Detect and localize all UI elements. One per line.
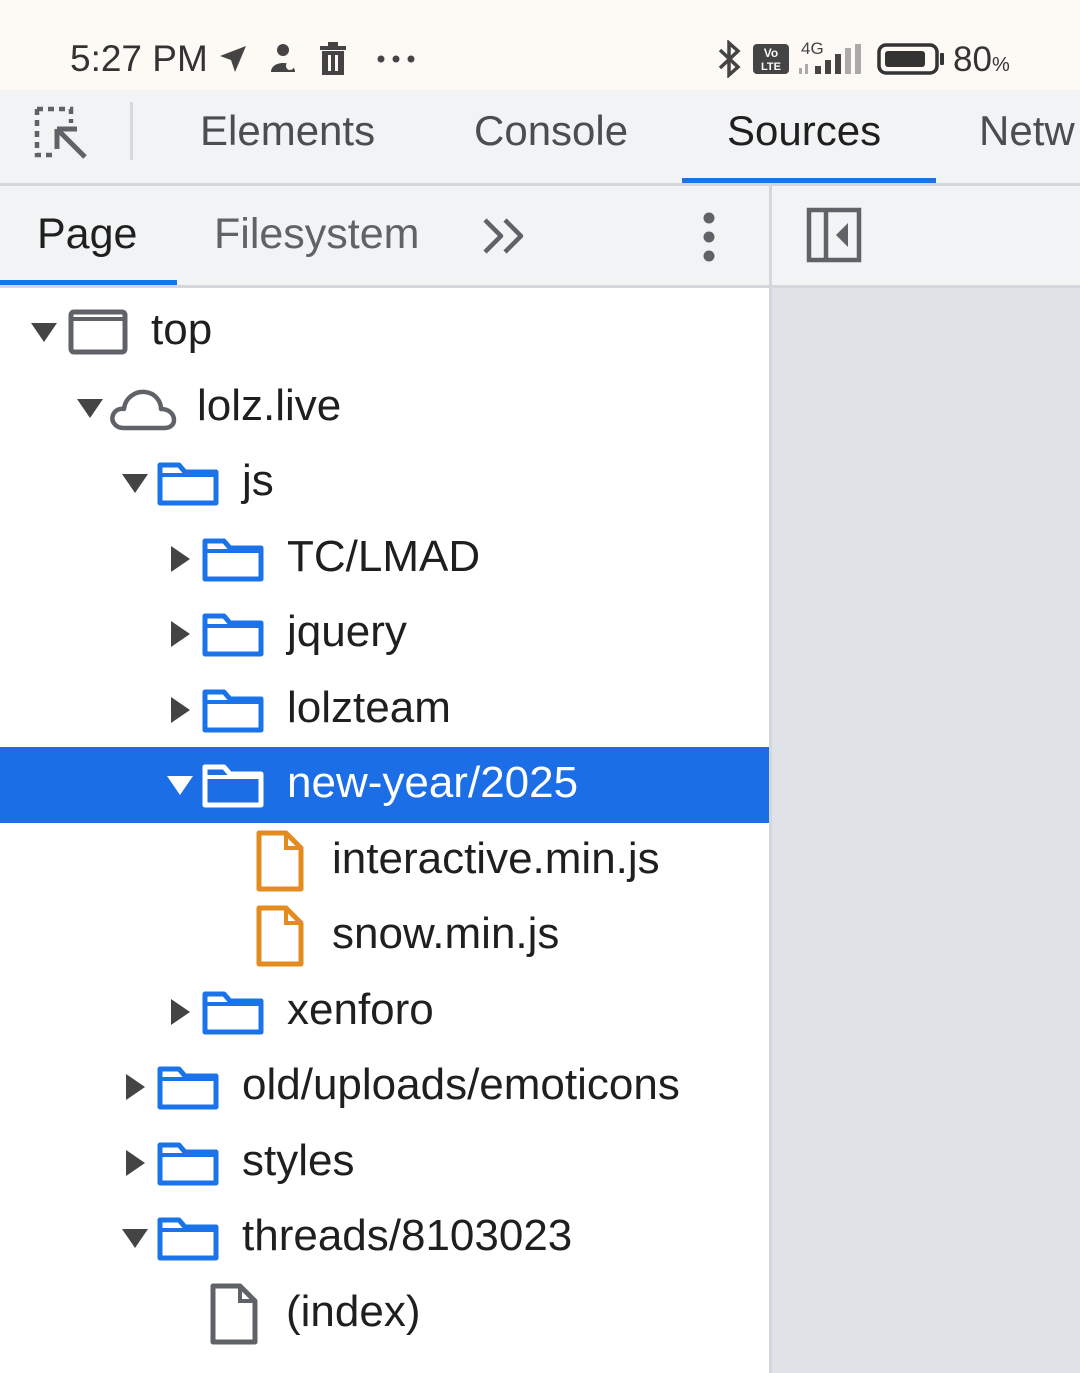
expand-arrow-down-icon[interactable] (166, 771, 194, 799)
tree-file-row[interactable]: snow.min.js (0, 898, 769, 974)
tree-frame-row[interactable]: top (0, 294, 769, 370)
tree-folder-row[interactable]: threads/8103023 (0, 1200, 769, 1276)
expand-arrow-right-icon[interactable] (121, 1073, 149, 1101)
folder-icon (202, 991, 264, 1034)
expand-arrow-right-icon[interactable] (166, 998, 194, 1026)
script-file-icon (256, 905, 304, 967)
inspect-element-icon[interactable] (33, 105, 89, 161)
document-file-icon (210, 1283, 258, 1344)
svg-text:LTE: LTE (761, 61, 781, 73)
toggle-navigator-icon[interactable] (806, 207, 862, 263)
tree-item-label: old/uploads/emoticons (242, 1060, 680, 1109)
expand-arrow-right-icon[interactable] (166, 696, 194, 724)
more-tabs-icon[interactable] (481, 214, 529, 258)
assistant-icon (271, 44, 295, 72)
navigator-toolbar: Page Filesystem (0, 186, 770, 288)
tree-item-label: (index) (286, 1286, 421, 1336)
folder-icon (202, 764, 264, 808)
expand-arrow-down-icon[interactable] (30, 318, 58, 346)
more-icon (377, 55, 415, 63)
editor-pane (772, 288, 1080, 1373)
bluetooth-icon (718, 40, 741, 78)
tab-console[interactable]: Console (474, 107, 628, 155)
tree-folder-row[interactable]: xenforo (0, 974, 769, 1050)
tree-folder-row[interactable]: new-year/2025 (0, 747, 769, 823)
devtools-tab-bar: Elements Console Sources Netw (0, 90, 1080, 186)
tree-item-label: top (151, 305, 213, 354)
folder-icon (157, 1142, 219, 1185)
battery-percent: 80% (953, 40, 1010, 79)
expand-arrow-right-icon[interactable] (166, 545, 194, 573)
battery-icon (877, 43, 944, 75)
expand-arrow-right-icon[interactable] (121, 1149, 149, 1177)
volte-icon: Vo LTE (753, 44, 789, 74)
tree-item-label: TC/LMAD (287, 531, 481, 581)
toolbar-divider (130, 102, 133, 160)
tree-folder-row[interactable]: jquery (0, 596, 769, 672)
tab-page[interactable]: Page (37, 210, 137, 259)
active-subtab-indicator (0, 280, 177, 285)
status-time: 5:27 PM (70, 38, 208, 79)
tree-item-label: interactive.min.js (332, 833, 660, 883)
tab-elements[interactable]: Elements (200, 107, 375, 155)
folder-icon (157, 462, 219, 506)
trash-icon (320, 42, 346, 75)
tree-item-label: js (242, 456, 274, 505)
tree-folder-row[interactable]: js (0, 445, 769, 521)
tree-item-label: threads/8103023 (242, 1211, 573, 1260)
tree-item-label: xenforo (287, 984, 434, 1034)
folder-icon (157, 1066, 219, 1110)
tree-file-row[interactable]: (index) (0, 1276, 769, 1352)
tree-item-label: new-year/2025 (287, 758, 579, 807)
active-tab-indicator (682, 178, 936, 183)
script-file-icon (256, 830, 304, 891)
tab-filesystem[interactable]: Filesystem (214, 210, 419, 259)
tree-item-label: jquery (287, 607, 407, 656)
tree-domain-row[interactable]: lolz.live (0, 370, 769, 446)
file-tree: top lolz.live js TC/LMAD jquery lolzteam new-y… (0, 288, 769, 1373)
cloud-icon (110, 389, 177, 430)
tree-folder-row[interactable]: old/uploads/emoticons (0, 1049, 769, 1125)
tree-item-label: lolz.live (197, 380, 342, 430)
editor-toolbar (772, 186, 1080, 288)
expand-arrow-down-icon[interactable] (121, 1224, 149, 1252)
frame-icon (68, 309, 128, 355)
expand-arrow-down-icon[interactable] (121, 469, 149, 497)
tab-network[interactable]: Netw (979, 107, 1075, 155)
tree-file-row[interactable]: interactive.min.js (0, 823, 769, 899)
expand-arrow-right-icon[interactable] (166, 620, 194, 648)
folder-icon (202, 689, 264, 732)
navigation-icon (220, 46, 246, 72)
folder-icon (202, 613, 264, 657)
svg-text:Vo: Vo (764, 46, 778, 60)
kebab-menu-icon[interactable] (700, 212, 718, 262)
expand-arrow-down-icon[interactable] (76, 394, 104, 422)
tab-sources[interactable]: Sources (727, 107, 881, 155)
folder-icon (202, 538, 264, 581)
tree-folder-row[interactable]: lolzteam (0, 672, 769, 748)
tree-folder-row[interactable]: TC/LMAD (0, 521, 769, 597)
tree-folder-row[interactable]: styles (0, 1125, 769, 1201)
tree-item-label: snow.min.js (332, 909, 560, 958)
tree-item-label: styles (242, 1135, 355, 1185)
folder-icon (157, 1217, 219, 1261)
signal-icon (799, 44, 861, 74)
tree-item-label: lolzteam (287, 682, 451, 732)
status-bar: 5:27 PM Vo LTE 4G 80% (0, 0, 1080, 90)
